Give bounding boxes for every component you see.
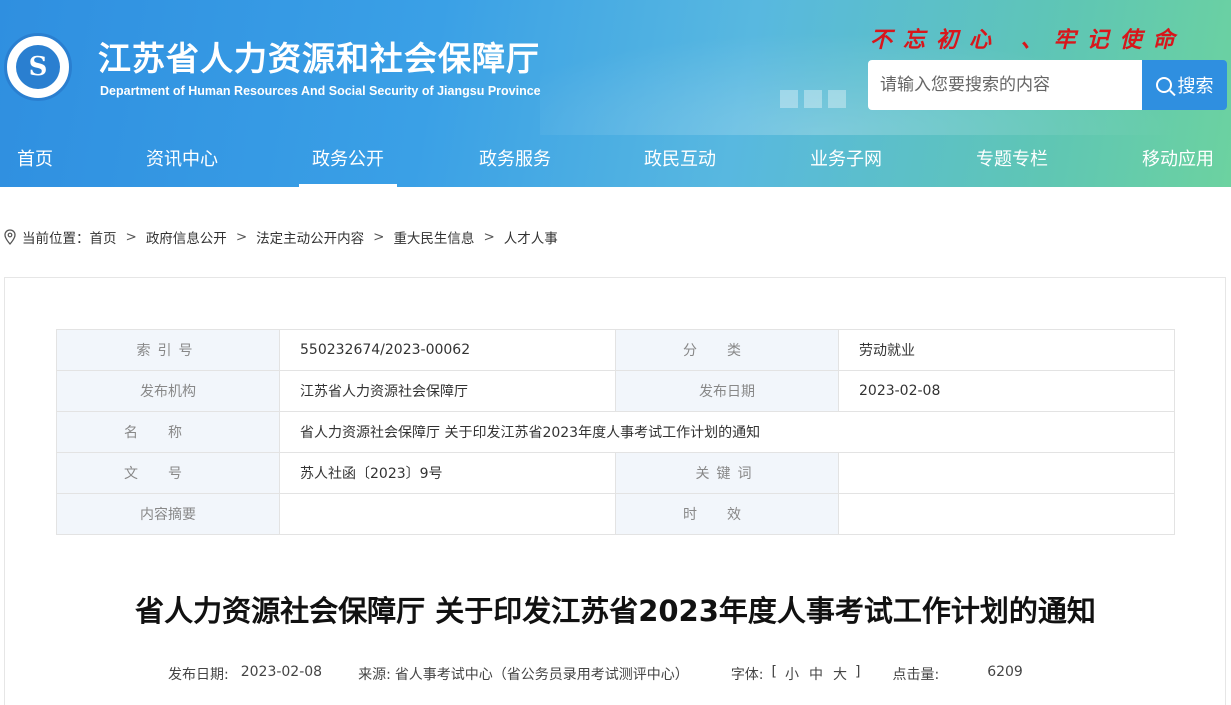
issuer-value: 江苏省人力资源社会保障厅 — [279, 370, 616, 412]
publish-date-value: 2023-02-08 — [240, 664, 323, 680]
nav-item-gov-affairs[interactable]: 政务公开 — [299, 137, 397, 187]
hits-value: 6209 — [987, 664, 1023, 680]
table-row: 名称 省人力资源社会保障厅 关于印发江苏省2023年度人事考试工作计划的通知 — [56, 411, 1175, 453]
breadcrumb-separator: > — [125, 229, 137, 245]
validity-label: 时效 — [615, 493, 839, 535]
search-button[interactable]: 搜索 — [1142, 60, 1227, 110]
header-houses-art — [780, 80, 870, 110]
date-label: 发布日期 — [615, 370, 839, 412]
search-icon — [1155, 77, 1172, 93]
date-value: 2023-02-08 — [838, 370, 1175, 412]
nav-item-subsites[interactable]: 业务子网 — [796, 137, 896, 187]
nav-item-home[interactable]: 首页 — [0, 137, 70, 187]
keywords-value — [838, 452, 1175, 494]
font-size-bracket-open: [ — [771, 664, 777, 680]
font-size-bracket-close: ] — [855, 664, 861, 680]
logo-emblem-icon: S — [16, 45, 60, 89]
index-label: 索引号 — [56, 329, 280, 371]
nav-item-interaction[interactable]: 政民互动 — [630, 137, 730, 187]
font-size-label: 字体: — [730, 667, 764, 683]
site-title[interactable]: 江苏省人力资源和社会保障厅 — [98, 32, 540, 80]
breadcrumb-item-home[interactable]: 首页 — [90, 227, 117, 247]
breadcrumb-item-talent[interactable]: 人才人事 — [504, 227, 558, 247]
main-nav: 首页 资讯中心 政务公开 政务服务 政民互动 业务子网 专题专栏 移动应用 — [0, 137, 1231, 187]
issuer-label: 发布机构 — [56, 370, 280, 412]
slogan: 不忘初心 、牢记使命 — [870, 27, 1186, 53]
document-meta-line: 发布日期: 2023-02-08 来源: 省人事考试中心（省公务员录用考试测评中… — [168, 664, 1023, 684]
breadcrumb-separator: > — [483, 229, 495, 245]
table-row: 文号 苏人社函〔2023〕9号 关键词 — [56, 452, 1175, 494]
table-row: 发布机构 江苏省人力资源社会保障厅 发布日期 2023-02-08 — [56, 370, 1175, 412]
site-header: S 江苏省人力资源和社会保障厅 Department of Human Reso… — [0, 0, 1231, 187]
table-row: 索引号 550232674/2023-00062 分类 劳动就业 — [56, 329, 1175, 371]
docno-label: 文号 — [56, 452, 280, 494]
index-value: 550232674/2023-00062 — [279, 329, 616, 371]
summary-value — [279, 493, 616, 535]
nav-item-news[interactable]: 资讯中心 — [132, 137, 232, 187]
publish-date-label: 发布日期: — [168, 667, 229, 683]
nav-item-topics[interactable]: 专题专栏 — [962, 137, 1062, 187]
site-subtitle: Department of Human Resources And Social… — [100, 84, 541, 98]
category-value: 劳动就业 — [838, 329, 1175, 371]
breadcrumb-separator: > — [235, 229, 248, 245]
breadcrumb-label: 当前位置： — [22, 231, 90, 247]
nav-item-services[interactable]: 政务服务 — [465, 137, 565, 187]
search-input[interactable] — [868, 60, 1142, 110]
search-button-label: 搜索 — [1177, 76, 1214, 96]
breadcrumb-item-statutory[interactable]: 法定主动公开内容 — [256, 227, 364, 247]
breadcrumb-item-livelihood[interactable]: 重大民生信息 — [393, 227, 474, 247]
docno-value: 苏人社函〔2023〕9号 — [279, 452, 616, 494]
font-size-medium-button[interactable]: 中 — [809, 664, 823, 684]
hits-label: 点击量: — [892, 667, 940, 683]
font-size-large-button[interactable]: 大 — [833, 664, 847, 684]
font-size-small-button[interactable]: 小 — [785, 664, 799, 684]
name-value: 省人力资源社会保障厅 关于印发江苏省2023年度人事考试工作计划的通知 — [279, 411, 1175, 453]
category-label: 分类 — [615, 329, 839, 371]
validity-value — [838, 493, 1175, 535]
breadcrumb-separator: > — [373, 229, 385, 245]
table-row: 内容摘要 时效 — [56, 493, 1175, 535]
nav-item-mobile[interactable]: 移动应用 — [1128, 137, 1228, 187]
site-logo[interactable]: S — [4, 33, 72, 101]
source-label: 来源: — [358, 667, 391, 683]
breadcrumb: 当前位置： 首页 > 政府信息公开 > 法定主动公开内容 > 重大民生信息 > … — [4, 226, 558, 248]
breadcrumb-item-gov-info[interactable]: 政府信息公开 — [146, 227, 227, 247]
document-title: 省人力资源社会保障厅 关于印发江苏省2023年度人事考试工作计划的通知 — [135, 594, 1096, 628]
keywords-label: 关键词 — [615, 452, 839, 494]
location-pin-icon — [4, 229, 16, 245]
source-value: 省人事考试中心（省公务员录用考试测评中心） — [394, 667, 689, 683]
document-meta-table: 索引号 550232674/2023-00062 分类 劳动就业 发布机构 江苏… — [56, 329, 1175, 535]
name-label: 名称 — [56, 411, 280, 453]
summary-label: 内容摘要 — [56, 493, 280, 535]
